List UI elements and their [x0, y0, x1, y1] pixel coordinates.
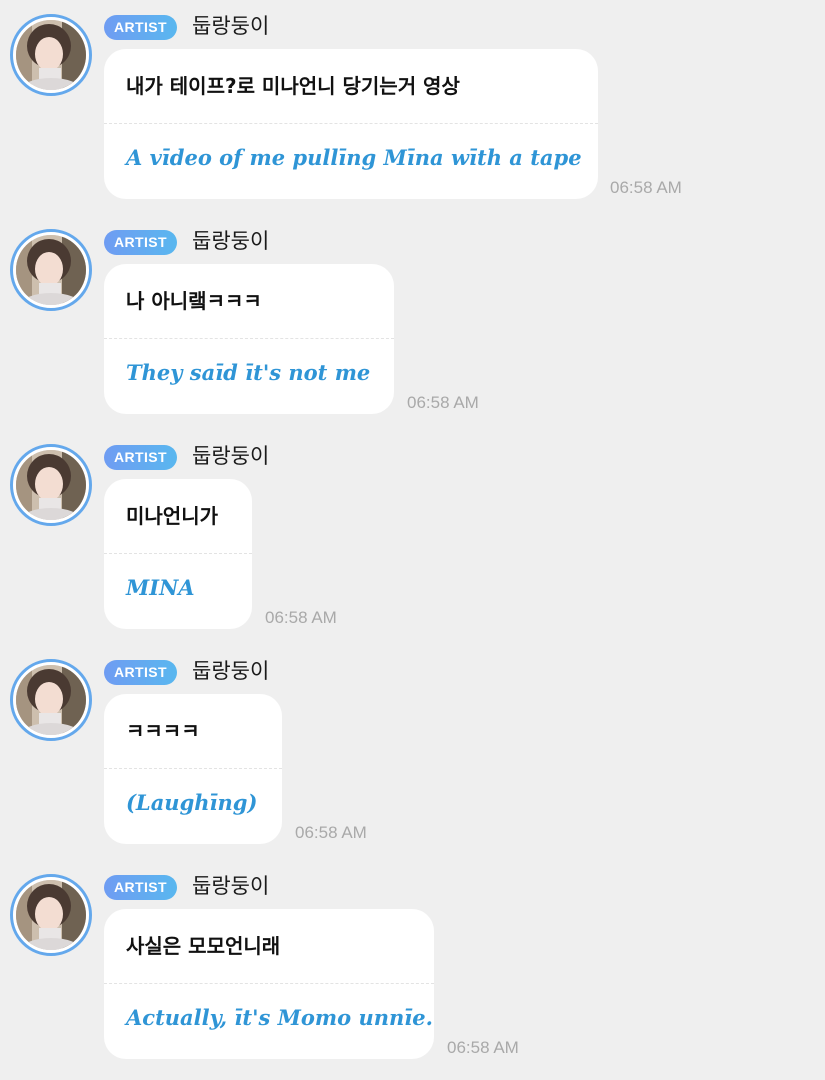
artist-badge: ARTIST	[104, 875, 177, 900]
artist-badge: ARTIST	[104, 230, 177, 255]
sender-name: 둡랑둥이	[192, 659, 270, 683]
artist-badge: ARTIST	[104, 445, 177, 470]
avatar[interactable]	[10, 14, 92, 96]
message-bubble[interactable]: 미나언니가 MINA	[104, 479, 252, 629]
avatar[interactable]	[10, 874, 92, 956]
chat-message: ARTIST 둡랑둥이 사실은 모모언니래 Actually, īt's Mom…	[0, 860, 825, 1060]
timestamp: 06:58 AM	[407, 393, 479, 412]
avatar[interactable]	[10, 444, 92, 526]
original-text: 내가 테이프?로 미나언니 당기는거 영상	[126, 74, 460, 98]
avatar[interactable]	[10, 659, 92, 741]
message-bubble[interactable]: ㅋㅋㅋㅋ (Laughīng)	[104, 694, 282, 844]
divider	[104, 983, 434, 984]
sender-name: 둡랑둥이	[192, 444, 270, 468]
divider	[104, 768, 282, 769]
message-bubble[interactable]: 사실은 모모언니래 Actually, īt's Momo unnīe.	[104, 909, 434, 1059]
chat-message: ARTIST 둡랑둥이 내가 테이프?로 미나언니 당기는거 영상 A vīde…	[0, 0, 825, 200]
translation-text: They saīd īt's not me	[126, 360, 371, 385]
chat-message: ARTIST 둡랑둥이 나 아니랰ㅋㅋㅋ They saīd īt's not …	[0, 215, 825, 415]
translation-text: A vīdeo of me pullīng Mīna wīth a tape	[126, 145, 582, 170]
translation-text: MINA	[126, 575, 195, 600]
sender-name: 둡랑둥이	[192, 229, 270, 253]
artist-badge: ARTIST	[104, 15, 177, 40]
divider	[104, 553, 252, 554]
timestamp: 06:58 AM	[265, 608, 337, 627]
original-text: ㅋㅋㅋㅋ	[126, 719, 200, 743]
translation-text: Actually, īt's Momo unnīe.	[126, 1005, 433, 1030]
artist-badge: ARTIST	[104, 660, 177, 685]
translation-text: (Laughīng)	[126, 790, 258, 815]
sender-name: 둡랑둥이	[192, 14, 270, 38]
original-text: 사실은 모모언니래	[126, 934, 281, 958]
chat-message: ARTIST 둡랑둥이 미나언니가 MINA 06:58 AM	[0, 430, 825, 630]
original-text: 미나언니가	[126, 504, 218, 528]
divider	[104, 338, 394, 339]
message-bubble[interactable]: 내가 테이프?로 미나언니 당기는거 영상 A vīdeo of me pull…	[104, 49, 598, 199]
timestamp: 06:58 AM	[610, 178, 682, 197]
timestamp: 06:58 AM	[295, 823, 367, 842]
avatar[interactable]	[10, 229, 92, 311]
message-bubble[interactable]: 나 아니랰ㅋㅋㅋ They saīd īt's not me	[104, 264, 394, 414]
timestamp: 06:58 AM	[447, 1038, 519, 1057]
sender-name: 둡랑둥이	[192, 874, 270, 898]
chat-message: ARTIST 둡랑둥이 ㅋㅋㅋㅋ (Laughīng) 06:58 AM	[0, 645, 825, 845]
original-text: 나 아니랰ㅋㅋㅋ	[126, 289, 262, 313]
divider	[104, 123, 598, 124]
